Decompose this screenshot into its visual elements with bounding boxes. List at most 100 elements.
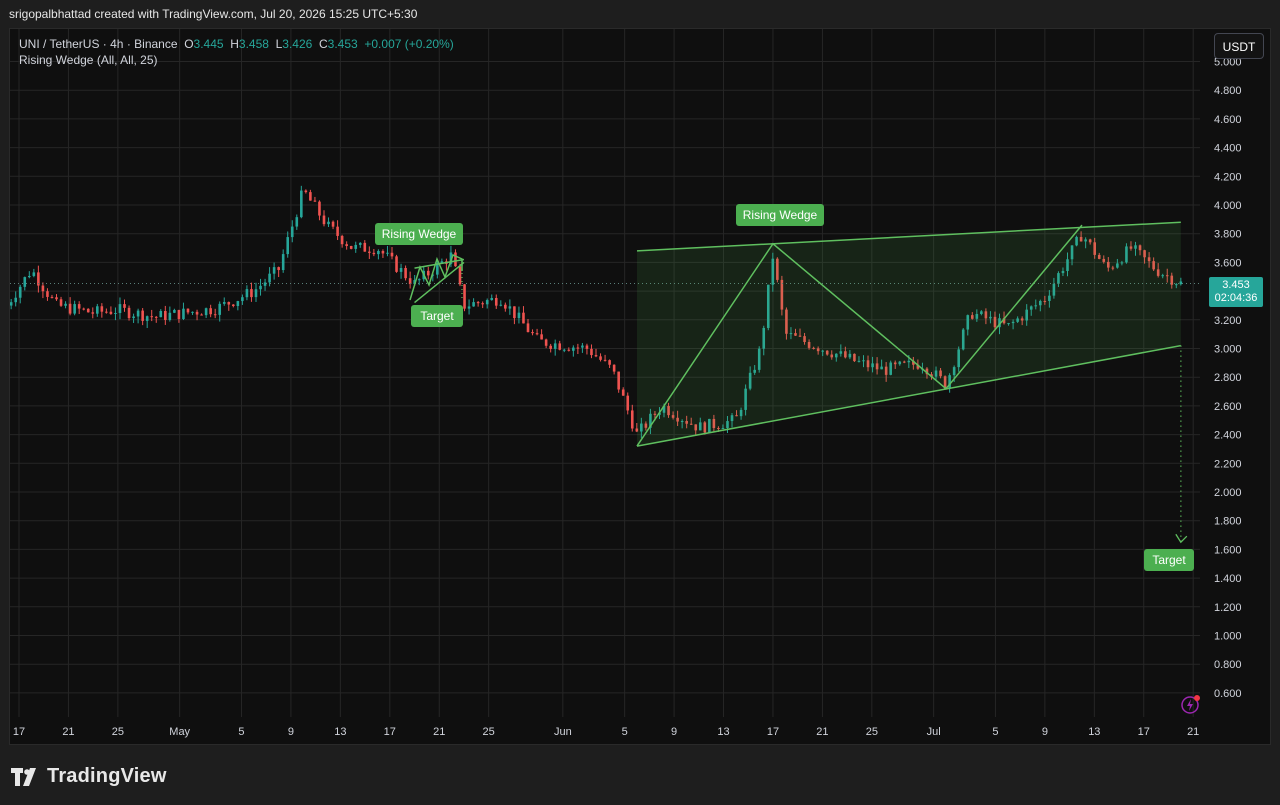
- candle-body: [603, 359, 607, 361]
- x-tick-label: 25: [866, 726, 878, 738]
- candle-body: [96, 306, 99, 314]
- candle-body: [454, 252, 457, 267]
- target-badge-left[interactable]: Target: [411, 305, 463, 327]
- candle-body: [386, 252, 389, 254]
- candle-body: [14, 297, 18, 303]
- candle-body: [345, 244, 348, 246]
- candle-body: [572, 347, 575, 351]
- candle-body: [141, 310, 144, 321]
- chart-area[interactable]: 5.000 4.800 4.600 4.400 4.200 4.000 3.800 3.600…: [9, 28, 1271, 745]
- candle-body: [259, 285, 262, 290]
- candle-body: [109, 311, 113, 314]
- candle-body: [164, 311, 167, 320]
- candle-body: [390, 252, 394, 257]
- candle-body: [23, 277, 27, 287]
- candle-body: [508, 306, 512, 309]
- x-tick-label: 5: [622, 726, 628, 738]
- x-tick-label: 13: [717, 726, 729, 738]
- candle-body: [209, 308, 212, 315]
- candle-body: [277, 267, 280, 271]
- candle-body: [136, 310, 140, 317]
- currency-button[interactable]: USDT: [1214, 33, 1264, 59]
- candle-body: [553, 343, 557, 349]
- candle-body: [10, 302, 13, 306]
- low-value: 3.426: [282, 37, 313, 51]
- candle-body: [295, 217, 299, 227]
- candle-body: [363, 242, 367, 252]
- footer-bar: TradingView: [0, 745, 1280, 805]
- x-tick-label: 17: [384, 726, 396, 738]
- candle-body: [286, 237, 290, 255]
- candle-body: [417, 279, 421, 281]
- x-tick-label: Jul: [927, 726, 941, 738]
- candle-body: [522, 312, 525, 324]
- x-tick-label: 17: [1138, 726, 1150, 738]
- candle-body: [145, 316, 149, 321]
- open-label: O: [184, 37, 194, 51]
- candle-body: [504, 304, 507, 309]
- x-tick-label: 5: [992, 726, 998, 738]
- close-label: C: [319, 37, 328, 51]
- candle-body: [290, 226, 294, 238]
- brand-name: TradingView: [47, 765, 167, 787]
- y-tick-label: 4.400: [1214, 143, 1242, 155]
- x-tick-label: 21: [62, 726, 74, 738]
- candle-body: [218, 303, 222, 315]
- y-tick-label: 2.800: [1214, 372, 1242, 384]
- candle-body: [426, 270, 430, 276]
- x-tick-label: 5: [238, 726, 244, 738]
- x-tick-label: 9: [671, 726, 677, 738]
- y-tick-label: 2.400: [1214, 430, 1242, 442]
- candle-body: [318, 201, 321, 216]
- candle-body: [254, 289, 258, 298]
- candle-body: [46, 291, 49, 297]
- y-tick-label: 1.000: [1214, 631, 1242, 643]
- bar-countdown: 02:04:36: [1214, 292, 1258, 304]
- y-tick-label: 3.600: [1214, 257, 1242, 269]
- candle-body: [177, 309, 181, 319]
- candle-body: [513, 306, 516, 319]
- wedge-fill: [637, 222, 1181, 447]
- price-chart[interactable]: 5.0004.8004.6004.4004.2004.0003.8003.600…: [10, 29, 1270, 744]
- candle-body: [626, 395, 630, 411]
- candle-body: [250, 289, 253, 298]
- candle-body: [599, 356, 602, 360]
- candle-body: [18, 286, 22, 298]
- y-tick-label: 1.400: [1214, 573, 1242, 585]
- rising-wedge-badge-right[interactable]: Rising Wedge: [736, 204, 824, 226]
- candle-body: [336, 226, 339, 236]
- candle-body: [114, 313, 117, 315]
- target-badge-right[interactable]: Target: [1144, 549, 1194, 571]
- y-tick-label: 4.600: [1214, 114, 1242, 126]
- candle-body: [55, 297, 58, 300]
- x-tick-label: 13: [1088, 726, 1100, 738]
- candle-body: [73, 304, 76, 314]
- candle-body: [200, 314, 203, 316]
- candle-body: [581, 345, 584, 348]
- symbol-label[interactable]: UNI / TetherUS · 4h · Binance: [19, 37, 178, 51]
- candle-body: [612, 364, 616, 372]
- x-tick-label: 17: [767, 726, 779, 738]
- x-tick-label: 25: [112, 726, 124, 738]
- x-tick-label: May: [169, 726, 190, 738]
- tradingview-logo[interactable]: TradingView: [11, 765, 167, 788]
- x-tick-label: Jun: [554, 726, 572, 738]
- candle-body: [191, 311, 194, 313]
- flash-icon[interactable]: [1180, 693, 1202, 715]
- candle-body: [327, 221, 330, 225]
- y-tick-label: 3.800: [1214, 229, 1242, 241]
- candle-body: [32, 272, 36, 276]
- change-value: +0.007 (+0.20%): [364, 37, 454, 51]
- candle-body: [28, 275, 31, 278]
- candle-body: [204, 308, 208, 316]
- candle-body: [50, 296, 54, 298]
- candle-body: [558, 343, 562, 350]
- candle-body: [245, 289, 249, 298]
- indicator-label[interactable]: Rising Wedge (All, All, 25): [19, 52, 454, 68]
- y-tick-label: 1.800: [1214, 516, 1242, 528]
- candle-body: [127, 307, 131, 319]
- candle-body: [232, 304, 235, 307]
- candle-body: [309, 192, 312, 201]
- target-arrow-icon: [1175, 533, 1188, 544]
- rising-wedge-badge-left[interactable]: Rising Wedge: [375, 223, 463, 245]
